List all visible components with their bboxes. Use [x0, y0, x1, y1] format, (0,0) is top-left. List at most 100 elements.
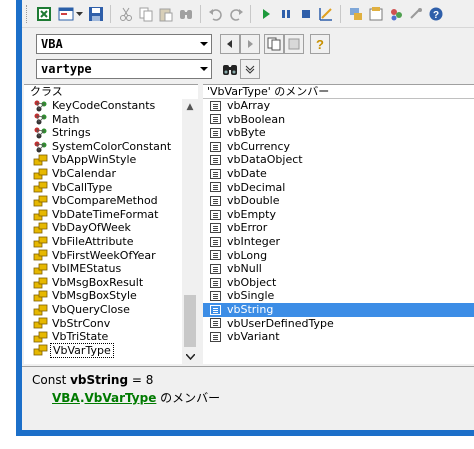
definition-name: vbString — [70, 373, 129, 387]
member-list-item[interactable]: vbError — [203, 221, 474, 235]
scroll-up-icon[interactable]: ▲ — [182, 99, 198, 115]
chevron-down-icon[interactable] — [196, 60, 211, 78]
project-explorer-icon[interactable] — [346, 4, 366, 24]
member-list-item[interactable]: vbBoolean — [203, 113, 474, 127]
toolbar-grip[interactable] — [26, 5, 29, 23]
member-list-item[interactable]: vbObject — [203, 276, 474, 290]
undo-icon[interactable] — [206, 4, 226, 24]
cut-icon[interactable] — [116, 4, 136, 24]
search-text-combo[interactable]: vartype — [36, 59, 212, 79]
design-mode-icon[interactable] — [316, 4, 336, 24]
class-list-item[interactable]: VbIMEStatus — [24, 262, 182, 276]
member-list-item-label: vbSingle — [227, 289, 275, 303]
object-browser-icon[interactable] — [386, 4, 406, 24]
excel-icon[interactable] — [34, 4, 54, 24]
enum-icon — [32, 181, 48, 193]
constant-member-icon — [207, 181, 223, 193]
member-list-item[interactable]: vbUserDefinedType — [203, 317, 474, 331]
class-list-item[interactable]: VbFirstWeekOfYear — [24, 249, 182, 263]
member-list-item[interactable]: vbDouble — [203, 194, 474, 208]
class-list-item-label: VbAppWinStyle — [52, 153, 137, 167]
class-list-item[interactable]: VbMsgBoxStyle — [24, 289, 182, 303]
class-list-item-label: VbFileAttribute — [52, 234, 134, 248]
classes-scrollbar[interactable]: ▲ — [182, 99, 198, 365]
constant-member-icon — [207, 304, 223, 316]
view-definition-button[interactable] — [284, 34, 304, 54]
member-list-item[interactable]: vbLong — [203, 249, 474, 263]
member-list-item[interactable]: vbCurrency — [203, 140, 474, 154]
scrollbar-thumb[interactable] — [184, 295, 196, 347]
class-list-item-label: VbIMEStatus — [52, 262, 122, 276]
go-back-button[interactable] — [220, 34, 240, 54]
member-list-item[interactable]: vbInteger — [203, 235, 474, 249]
member-list-item-label: vbArray — [227, 99, 271, 112]
object-browser-window: ? VBA ? vartype クラス KeyCodeConstants Mat… — [22, 0, 474, 430]
member-list-item-label: vbDecimal — [227, 180, 286, 194]
redo-icon[interactable] — [226, 4, 246, 24]
member-list-item-label: vbError — [227, 221, 268, 235]
insert-userform-icon[interactable] — [56, 4, 76, 24]
class-list-item[interactable]: VbCompareMethod — [24, 194, 182, 208]
module-icon — [32, 141, 48, 153]
help-icon[interactable]: ? — [426, 4, 446, 24]
class-list-item[interactable]: SystemColorConstant — [24, 140, 182, 154]
class-list-item[interactable]: VbMsgBoxResult — [24, 276, 182, 290]
run-icon[interactable] — [256, 4, 276, 24]
class-list-item[interactable]: VbCallType — [24, 181, 182, 195]
find-icon[interactable] — [176, 4, 196, 24]
pause-icon[interactable] — [276, 4, 296, 24]
enum-icon — [32, 263, 48, 275]
class-list-item[interactable]: VbAppWinStyle — [24, 153, 182, 167]
member-list-item[interactable]: vbDecimal — [203, 181, 474, 195]
class-list-item[interactable]: VbStrConv — [24, 317, 182, 331]
member-list-item[interactable]: vbDataObject — [203, 153, 474, 167]
member-list-item[interactable]: vbString — [203, 302, 474, 317]
class-list-item[interactable]: Math — [24, 113, 182, 127]
library-link[interactable]: VBA — [52, 391, 80, 405]
class-list-item[interactable]: VbFileAttribute — [24, 235, 182, 249]
toolbar-separator — [340, 5, 341, 23]
class-link[interactable]: VbVarType — [85, 391, 157, 405]
class-list-item[interactable]: VbVarType — [24, 342, 182, 359]
member-list-item[interactable]: vbEmpty — [203, 208, 474, 222]
member-list-item[interactable]: vbByte — [203, 126, 474, 140]
stop-icon[interactable] — [296, 4, 316, 24]
class-list-item-label: KeyCodeConstants — [52, 99, 156, 112]
member-list-item[interactable]: vbArray — [203, 99, 474, 113]
scroll-down-icon[interactable] — [182, 349, 198, 365]
member-list-item-label: vbDataObject — [227, 153, 303, 167]
member-list-item[interactable]: vbSingle — [203, 289, 474, 303]
copy-icon[interactable] — [136, 4, 156, 24]
enum-icon — [32, 195, 48, 207]
toolbar-separator — [200, 5, 201, 23]
go-forward-button[interactable] — [240, 34, 260, 54]
class-list-item[interactable]: VbDateTimeFormat — [24, 208, 182, 222]
properties-icon[interactable] — [366, 4, 386, 24]
enum-icon — [32, 344, 48, 356]
chevron-down-icon[interactable] — [196, 35, 211, 53]
show-search-results-button[interactable] — [240, 59, 260, 79]
class-list-item[interactable]: Strings — [24, 126, 182, 140]
search-binoculars-icon[interactable] — [220, 59, 240, 79]
paste-icon[interactable] — [156, 4, 176, 24]
save-icon[interactable] — [86, 4, 106, 24]
toolbox-icon[interactable] — [406, 4, 426, 24]
class-list-item-label: VbVarType — [50, 342, 114, 359]
class-list-item[interactable]: KeyCodeConstants — [24, 99, 182, 113]
classes-pane: クラス KeyCodeConstants Math Strings SystemCol… — [24, 84, 198, 365]
insert-dropdown-icon[interactable] — [74, 4, 84, 24]
class-list-item[interactable]: VbQueryClose — [24, 303, 182, 317]
library-combo[interactable]: VBA — [36, 34, 212, 54]
class-list-item[interactable]: VbCalendar — [24, 167, 182, 181]
help-button[interactable]: ? — [310, 34, 330, 54]
library-combo-value: VBA — [41, 37, 63, 51]
member-list-item[interactable]: vbVariant — [203, 330, 474, 344]
svg-text:?: ? — [316, 37, 324, 51]
member-list-item[interactable]: vbDate — [203, 167, 474, 181]
toolbar-separator — [250, 5, 251, 23]
copy-to-clipboard-button[interactable] — [264, 34, 284, 54]
search-text-value: vartype — [41, 62, 92, 76]
class-list-item[interactable]: VbDayOfWeek — [24, 221, 182, 235]
class-list-item[interactable]: VbTriState — [24, 330, 182, 344]
member-list-item[interactable]: vbNull — [203, 262, 474, 276]
